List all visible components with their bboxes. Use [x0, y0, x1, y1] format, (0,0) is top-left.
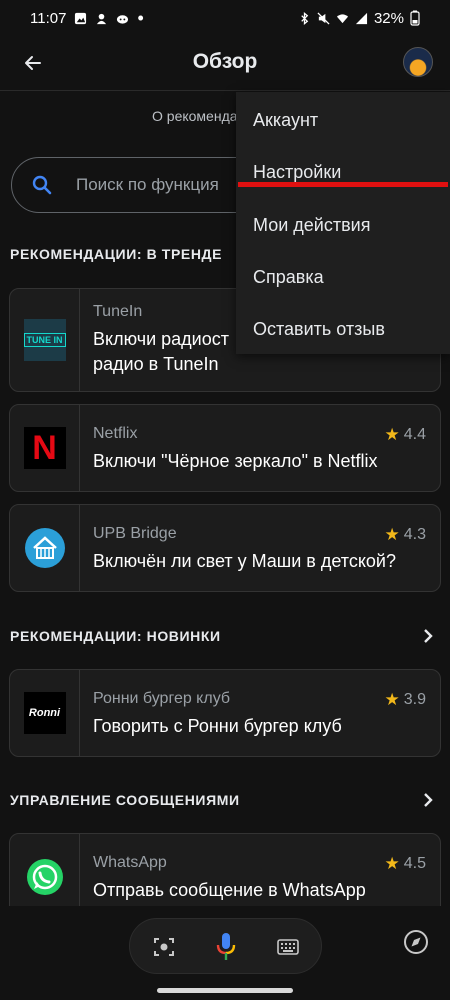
search-icon: [32, 175, 52, 195]
card-action-text: Включён ли свет у Маши в детской?: [93, 551, 396, 571]
app-header: Обзор: [0, 36, 450, 90]
dot-icon: •: [137, 8, 144, 28]
rating: ★ 4.4: [384, 425, 427, 444]
action-card-upb-bridge[interactable]: UPB Bridge Включён ли свет у Маши в детс…: [9, 504, 441, 592]
wifi-icon: [336, 13, 349, 23]
page-title: Обзор: [192, 50, 258, 73]
netflix-logo-icon: N: [23, 427, 66, 469]
header-divider: [0, 90, 450, 91]
whatsapp-logo-icon: [26, 859, 63, 895]
menu-item-help[interactable]: Справка: [253, 267, 324, 288]
star-icon: ★: [384, 525, 400, 544]
microphone-button[interactable]: [212, 933, 240, 961]
search-placeholder: Поиск по функция: [76, 175, 219, 194]
section-title-trending: РЕКОМЕНДАЦИИ: В ТРЕНДЕ: [10, 246, 223, 262]
lens-button[interactable]: [150, 933, 178, 961]
chevron-right-icon[interactable]: [420, 628, 436, 644]
card-logo-area: [10, 505, 80, 591]
status-bar: 11:07 • 32%: [0, 0, 450, 36]
ronni-burger-logo-icon: Ronni: [23, 692, 66, 734]
assistant-input-pill: [129, 918, 322, 974]
battery-icon: [410, 10, 420, 26]
menu-item-feedback[interactable]: Оставить отзыв: [253, 319, 385, 340]
card-logo-area: Ronni: [10, 670, 80, 756]
menu-item-settings[interactable]: Настройки: [253, 162, 341, 183]
tunein-logo-icon: TUNE IN: [23, 319, 66, 361]
card-action-text: Включи "Чёрное зеркало" в Netflix: [93, 451, 378, 471]
card-logo-area: TUNE IN: [10, 289, 80, 391]
bluetooth-icon: [301, 11, 309, 25]
keyboard-button[interactable]: [274, 933, 302, 961]
card-provider: Ронни бургер клуб: [93, 690, 231, 707]
card-provider: UPB Bridge: [93, 525, 177, 542]
signal-icon: [355, 12, 368, 24]
status-time: 11:07: [30, 9, 67, 27]
overflow-menu: Аккаунт Настройки Мои действия Справка О…: [236, 92, 450, 354]
chevron-right-icon[interactable]: [420, 792, 436, 808]
app-notification-icon: [97, 13, 107, 24]
reddit-icon: [117, 14, 129, 24]
star-icon: ★: [384, 854, 400, 873]
navigation-handle[interactable]: [157, 988, 293, 993]
bottom-bar: [0, 906, 450, 1000]
keyboard-icon: [277, 939, 299, 955]
star-icon: ★: [384, 690, 400, 709]
recommendations-subtitle: О рекоменда: [152, 108, 238, 124]
gallery-icon: [75, 12, 87, 24]
rating: ★ 4.5: [384, 854, 427, 873]
menu-item-my-activity[interactable]: Мои действия: [253, 215, 370, 236]
battery-text: 32%: [373, 9, 404, 27]
mute-icon: [317, 11, 330, 25]
card-logo-area: N: [10, 405, 80, 491]
microphone-icon: [216, 933, 236, 960]
card-provider: WhatsApp: [93, 854, 167, 871]
rating: ★ 4.3: [384, 525, 427, 544]
action-card-netflix[interactable]: N Netflix Включи "Чёрное зеркало" в Netf…: [9, 404, 441, 492]
card-action-text: Говорить с Ронни бургер клуб: [93, 716, 342, 736]
section-title-new: РЕКОМЕНДАЦИИ: НОВИНКИ: [10, 628, 221, 644]
upb-bridge-logo-icon: [24, 528, 65, 568]
avatar[interactable]: [403, 47, 433, 77]
lens-icon: [154, 938, 174, 956]
star-icon: ★: [384, 425, 400, 444]
action-card-ronni[interactable]: Ronni Ронни бургер клуб Говорить с Ронни…: [9, 669, 441, 757]
section-title-messaging: УПРАВЛЕНИЕ СООБЩЕНИЯМИ: [10, 792, 240, 808]
menu-item-account[interactable]: Аккаунт: [253, 110, 318, 131]
rating: ★ 3.9: [384, 690, 427, 709]
compass-icon[interactable]: [402, 928, 430, 956]
highlight-underline: [238, 182, 448, 187]
card-provider: Netflix: [93, 425, 138, 442]
card-action-text: Отправь сообщение в WhatsApp: [93, 880, 366, 900]
